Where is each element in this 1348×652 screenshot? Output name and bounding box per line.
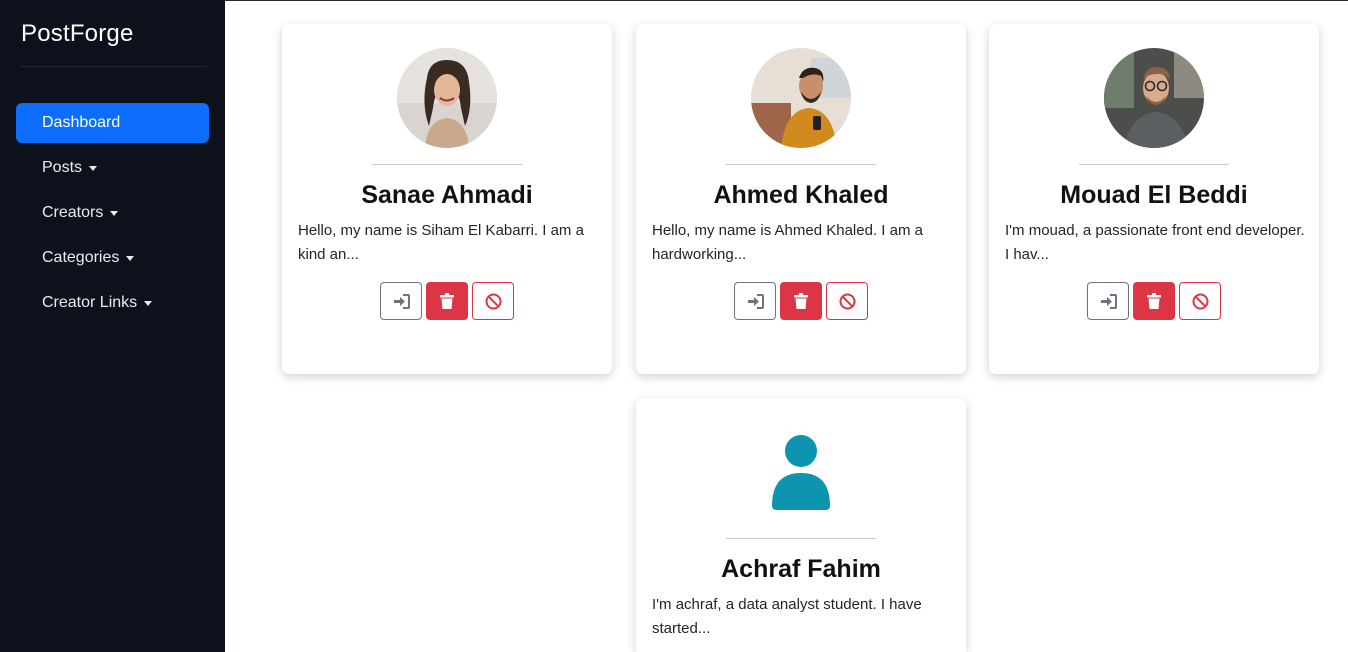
creator-description: Hello, my name is Siham El Kabarri. I am…: [298, 222, 584, 263]
default-user-icon: [772, 435, 830, 510]
login-as-button[interactable]: [734, 282, 776, 320]
card-actions: [636, 282, 966, 320]
creator-description: I'm achraf, a data analyst student. I ha…: [652, 596, 922, 637]
sidebar-item-creators[interactable]: Creators: [16, 193, 209, 233]
sidebar-item-creator-links[interactable]: Creator Links: [16, 283, 209, 323]
ban-button[interactable]: [826, 282, 868, 320]
creator-card: Mouad El Beddi I'm mouad, a passionate f…: [989, 24, 1319, 374]
sidebar-nav: Dashboard Posts Creators Categories Crea…: [16, 103, 209, 328]
ban-button[interactable]: [1179, 282, 1221, 320]
card-actions: [989, 282, 1319, 320]
creator-card: Achraf Fahim I'm achraf, a data analyst …: [636, 398, 966, 652]
card-divider: [726, 538, 876, 539]
avatar-photo: [1104, 48, 1204, 148]
sidebar-item-label: Posts: [42, 159, 83, 176]
creator-card: Ahmed Khaled Hello, my name is Ahmed Kha…: [636, 24, 966, 374]
sidebar: PostForge Dashboard Posts Creators Categ…: [0, 0, 225, 652]
card-divider: [726, 164, 876, 165]
login-as-button[interactable]: [380, 282, 422, 320]
trash-icon: [440, 293, 454, 309]
top-border: [225, 0, 1348, 1]
creator-name: Ahmed Khaled: [713, 181, 889, 209]
creator-name: Achraf Fahim: [721, 555, 881, 583]
creator-description: Hello, my name is Ahmed Khaled. I am a h…: [652, 222, 923, 263]
avatar-photo: [751, 48, 851, 148]
sign-in-icon: [747, 293, 764, 309]
sidebar-item-label: Dashboard: [42, 114, 121, 131]
delete-button[interactable]: [1133, 282, 1175, 320]
caret-down-icon: [89, 165, 98, 171]
ban-button[interactable]: [472, 282, 514, 320]
sidebar-item-categories[interactable]: Categories: [16, 238, 209, 278]
creator-card: Sanae Ahmadi Hello, my name is Siham El …: [282, 24, 612, 374]
creator-name: Sanae Ahmadi: [361, 181, 533, 209]
delete-button[interactable]: [426, 282, 468, 320]
sign-in-icon: [1100, 293, 1117, 309]
creator-avatar: [751, 48, 851, 148]
creator-avatar: [1104, 48, 1204, 148]
sidebar-item-label: Creators: [42, 204, 104, 221]
caret-down-icon: [144, 300, 153, 306]
ban-icon: [485, 293, 501, 309]
card-actions: [282, 282, 612, 320]
card-divider: [372, 164, 522, 165]
caret-down-icon: [110, 210, 119, 216]
brand-title[interactable]: PostForge: [21, 20, 134, 48]
creator-description: I'm mouad, a passionate front end develo…: [1005, 222, 1305, 263]
creator-name: Mouad El Beddi: [1060, 181, 1248, 209]
sidebar-item-label: Categories: [42, 249, 120, 266]
ban-icon: [1192, 293, 1208, 309]
sidebar-item-dashboard[interactable]: Dashboard: [16, 103, 209, 143]
card-divider: [1079, 164, 1229, 165]
brand-divider: [20, 66, 206, 67]
trash-icon: [794, 293, 808, 309]
caret-down-icon: [126, 255, 135, 261]
ban-icon: [839, 293, 855, 309]
login-as-button[interactable]: [1087, 282, 1129, 320]
creator-avatar: [751, 422, 851, 522]
sidebar-item-label: Creator Links: [42, 294, 138, 311]
delete-button[interactable]: [780, 282, 822, 320]
avatar-photo: [397, 48, 497, 148]
sign-in-icon: [393, 293, 410, 309]
creator-avatar: [397, 48, 497, 148]
sidebar-item-posts[interactable]: Posts: [16, 148, 209, 188]
trash-icon: [1147, 293, 1161, 309]
